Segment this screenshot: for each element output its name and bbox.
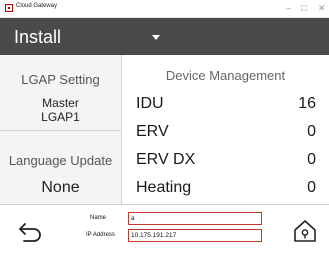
app-logo-icon (5, 4, 13, 12)
device-row-name: ERV DX (136, 151, 196, 168)
minimize-button[interactable]: – (286, 1, 291, 15)
lgap-setting-value-line2: LGAP1 (41, 110, 80, 124)
footer-bar: Name IP Address (0, 204, 329, 260)
lgap-setting-card[interactable]: LGAP Setting Master LGAP1 (0, 55, 121, 131)
menu-dropdown[interactable]: Install (14, 25, 164, 49)
device-row-count: 0 (307, 179, 316, 196)
home-icon (294, 220, 316, 242)
device-row-name: IDU (136, 95, 164, 112)
device-row-heating[interactable]: Heating 0 (122, 173, 329, 201)
language-update-card[interactable]: Language Update None (0, 132, 121, 204)
ip-address-label: IP Address (86, 232, 115, 238)
back-arrow-icon (19, 223, 41, 242)
lgap-setting-value-line1: Master (42, 96, 79, 110)
device-row-count: 0 (307, 151, 316, 168)
lgap-setting-title: LGAP Setting (21, 72, 100, 87)
device-row-erv-dx[interactable]: ERV DX 0 (122, 145, 329, 173)
language-update-value: None (41, 179, 80, 196)
close-button[interactable]: ✕ (318, 1, 326, 15)
maximize-button[interactable]: □ (301, 1, 306, 15)
device-row-name: ERV (136, 123, 169, 140)
device-row-count: 16 (298, 95, 316, 112)
device-row-erv[interactable]: ERV 0 (122, 117, 329, 145)
name-label: Name (90, 215, 107, 221)
menu-dropdown-value: Install (14, 27, 62, 47)
left-panel: LGAP Setting Master LGAP1 Language Updat… (0, 55, 122, 204)
language-update-title: Language Update (8, 153, 113, 168)
back-button[interactable] (16, 218, 44, 244)
device-row-count: 0 (307, 123, 316, 140)
name-field[interactable] (128, 212, 262, 225)
header-bar: Install (0, 18, 329, 55)
title-bar: Cloud Gateway – □ ✕ (0, 0, 329, 18)
device-management-panel: Device Management IDU 16 ERV 0 ERV DX 0 … (122, 55, 329, 204)
device-row-name: Heating (136, 179, 192, 196)
chevron-down-icon (152, 35, 160, 40)
window-title: Cloud Gateway (16, 3, 58, 9)
ip-address-field[interactable] (128, 229, 262, 242)
home-button[interactable] (292, 218, 318, 244)
device-row-idu[interactable]: IDU 16 (122, 89, 329, 117)
device-management-title: Device Management (165, 68, 286, 83)
